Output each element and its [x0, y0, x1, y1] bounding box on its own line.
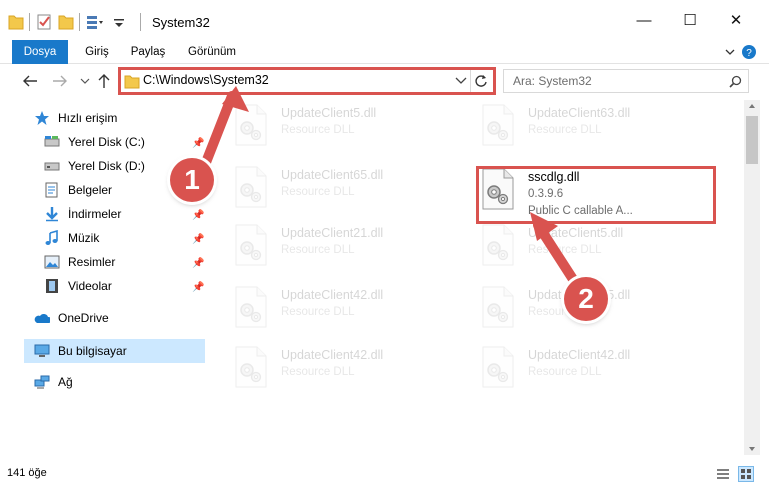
arrow-1-shaft — [198, 91, 237, 175]
step-badge-1: 1 — [170, 158, 214, 202]
annotation-arrows — [198, 86, 583, 292]
step-badge-2: 2 — [564, 277, 608, 321]
